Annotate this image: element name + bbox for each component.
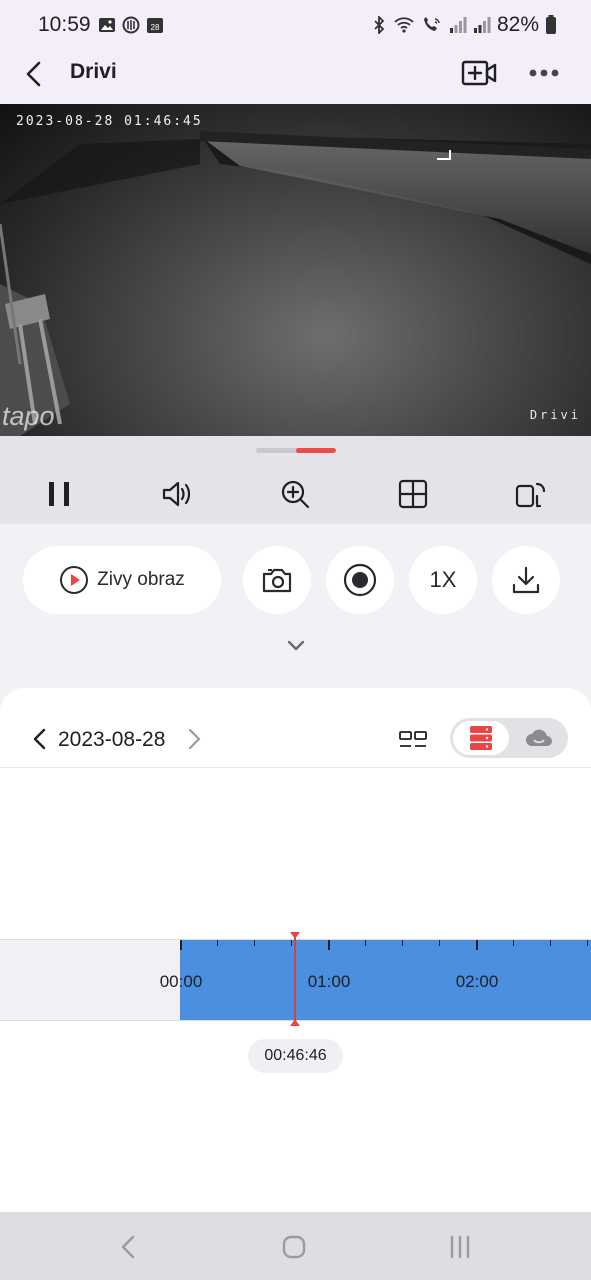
timeline-label: 00:00 xyxy=(159,972,203,991)
signal-icon-2 xyxy=(473,17,491,33)
timeline-tick xyxy=(439,940,440,946)
timeline-tick xyxy=(476,940,478,950)
app-bar: Drivi xyxy=(0,50,591,104)
storage-source-toggle xyxy=(450,718,568,758)
sd-card-option[interactable] xyxy=(453,721,509,755)
video-camera-name: Drivi xyxy=(529,408,581,422)
notification-icons: 28 xyxy=(98,16,164,34)
rotate-screen-button[interactable] xyxy=(513,476,549,512)
timeline-tick xyxy=(254,940,255,946)
multi-view-icon xyxy=(398,479,428,509)
timeline-tick xyxy=(550,940,551,946)
volume-button[interactable] xyxy=(159,476,195,512)
recorded-segment xyxy=(180,940,591,1020)
system-nav-bar xyxy=(0,1212,591,1280)
timeline-tick xyxy=(513,940,514,946)
download-icon xyxy=(512,566,540,594)
more-options-icon[interactable] xyxy=(527,60,561,86)
nav-home-button[interactable] xyxy=(279,1232,309,1262)
player-controls xyxy=(0,436,591,524)
previous-date-button[interactable] xyxy=(30,726,50,752)
live-view-label: Zivy obraz xyxy=(97,569,185,590)
record-icon xyxy=(343,563,377,597)
timeline-tick xyxy=(217,940,218,946)
volume-icon xyxy=(162,481,191,507)
snapshot-button[interactable] xyxy=(243,546,311,614)
signal-icon xyxy=(449,17,467,33)
zoom-in-icon xyxy=(281,480,310,509)
zoom-in-button[interactable] xyxy=(277,476,313,512)
timeline-tick xyxy=(402,940,403,946)
calendar-icon: 28 xyxy=(147,18,163,33)
system-icons: 82% xyxy=(371,13,557,37)
pause-icon xyxy=(49,482,69,506)
status-bar: 10:59 28 82% xyxy=(0,0,591,50)
chevron-down-icon[interactable] xyxy=(284,636,308,656)
back-button[interactable] xyxy=(20,58,52,90)
playhead-top-marker xyxy=(290,932,300,939)
next-date-button[interactable] xyxy=(184,726,204,752)
timeline-label: 01:00 xyxy=(307,972,351,991)
download-button[interactable] xyxy=(492,546,560,614)
sync-icon xyxy=(122,16,140,34)
record-button[interactable] xyxy=(326,546,394,614)
add-camera-icon[interactable] xyxy=(461,58,497,88)
battery-icon xyxy=(546,15,556,34)
timeline-tick xyxy=(328,940,330,950)
timeline-label: 02:00 xyxy=(455,972,499,991)
playback-speed-label: 1X xyxy=(429,567,457,592)
action-area: Zivy obraz 1X xyxy=(0,524,591,714)
battery-percent: 82% xyxy=(496,13,539,36)
play-circle-icon xyxy=(60,566,89,594)
timeline-tick xyxy=(180,940,182,950)
calendar-day: 28 xyxy=(151,23,160,32)
nav-back-button[interactable] xyxy=(114,1232,144,1262)
timeline-tick xyxy=(365,940,366,946)
tapo-logo: tapo xyxy=(2,401,55,431)
camera-feed-image xyxy=(0,131,591,436)
selected-date[interactable]: 2023-08-28 xyxy=(58,728,165,752)
status-time: 10:59 xyxy=(38,13,91,36)
rotate-screen-icon xyxy=(515,482,546,508)
nav-recents-button[interactable] xyxy=(445,1232,475,1262)
gallery-icon xyxy=(99,18,115,32)
camera-icon xyxy=(262,568,292,593)
timeline-tick xyxy=(587,940,588,946)
drag-handle[interactable] xyxy=(256,448,336,453)
divider xyxy=(0,767,591,768)
timeline-tick xyxy=(291,940,292,946)
server-storage-icon xyxy=(470,726,492,750)
playhead-bottom-marker xyxy=(290,1019,300,1026)
pause-button[interactable] xyxy=(41,476,77,512)
wifi-calling-icon xyxy=(423,17,440,31)
video-player[interactable]: 2023-08-28 01:46:45 tapo Drivi xyxy=(0,104,591,436)
cloud-option[interactable] xyxy=(512,721,566,755)
bluetooth-icon xyxy=(374,16,385,34)
page-title: Drivi xyxy=(70,60,117,83)
timeline-playhead[interactable] xyxy=(294,932,296,1026)
cloud-icon xyxy=(526,729,552,746)
event-list-view-icon[interactable] xyxy=(398,728,428,752)
video-timestamp: 2023-08-28 01:46:45 xyxy=(16,114,203,129)
current-time-badge: 00:46:46 xyxy=(248,1039,343,1073)
wifi-icon xyxy=(394,17,414,33)
live-view-button[interactable]: Zivy obraz xyxy=(23,546,221,614)
multi-view-button[interactable] xyxy=(395,476,431,512)
playback-speed-button[interactable]: 1X xyxy=(409,546,477,614)
